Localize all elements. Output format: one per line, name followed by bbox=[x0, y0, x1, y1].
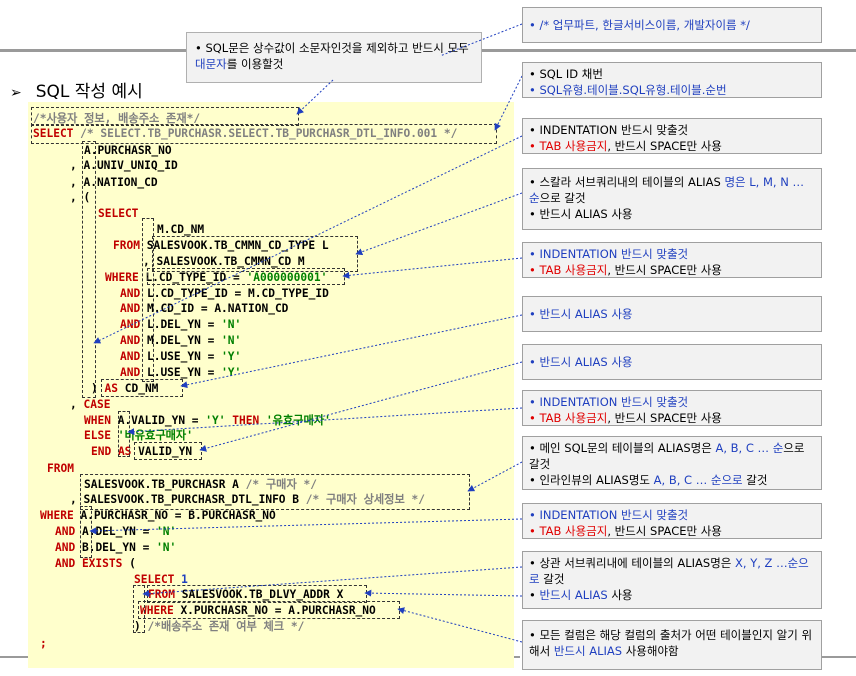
callout-text-blue: 반드시 ALIAS bbox=[553, 644, 623, 658]
callout-indentation-2: • INDENTATION 반드시 맞출것 • TAB 사용금지, 반드시 SP… bbox=[522, 242, 822, 278]
callout-text: SQL ID 채번 bbox=[539, 67, 603, 81]
callout-line: • INDENTATION 반드시 맞출것 bbox=[529, 123, 689, 137]
callout-line: • 반드시 ALIAS 사용 bbox=[529, 307, 633, 321]
callout-text: 인라인뷰의 ALIAS명도 bbox=[539, 473, 654, 487]
callout-column-alias: • 모든 컬럼은 해당 컬럼의 출처가 어떤 테이블인지 알기 위해서 반드시 … bbox=[522, 620, 822, 670]
callout-comment-format: • /* 업무파트, 한글서비스이름, 개발자이름 */ bbox=[522, 7, 822, 43]
callout-text: 반드시 ALIAS 사용 bbox=[539, 355, 633, 369]
callout-text-body: /* 업무파트, 한글서비스이름, 개발자이름 */ bbox=[539, 18, 750, 32]
callout-text: , 반드시 SPACE만 사용 bbox=[607, 263, 722, 277]
callout-line: • SQL ID 채번 bbox=[529, 67, 603, 81]
callout-text: 사용해야함 bbox=[622, 644, 679, 658]
callout-indentation-3: • INDENTATION 반드시 맞출것 • TAB 사용금지, 반드시 SP… bbox=[522, 390, 822, 426]
callout-text: 으로 갈것 bbox=[539, 191, 586, 205]
callout-text-red: TAB 사용금지 bbox=[539, 139, 608, 153]
callout-text-red: TAB 사용금지 bbox=[539, 263, 608, 277]
callout-line: • INDENTATION 반드시 맞출것 bbox=[529, 247, 689, 261]
callout-line: • TAB 사용금지, 반드시 SPACE만 사용 bbox=[529, 411, 722, 425]
callout-text: SQL유형.테이블.SQL유형.테이블.순번 bbox=[539, 83, 727, 97]
callout-line: • TAB 사용금지, 반드시 SPACE만 사용 bbox=[529, 524, 722, 538]
callout-line: • 메인 SQL문의 테이블의 ALIAS명은 A, B, C … 순으로 갈것 bbox=[529, 441, 805, 471]
callout-text: 반드시 ALIAS 사용 bbox=[539, 207, 633, 221]
callout-text-blue: A, B, C … 순 bbox=[715, 441, 784, 455]
callout-line: • 인라인뷰의 ALIAS명도 A, B, C … 순으로 갈것 bbox=[529, 473, 768, 487]
callout-text: INDENTATION 반드시 맞출것 bbox=[539, 123, 689, 137]
callout-alias-2: • 반드시 ALIAS 사용 bbox=[522, 344, 822, 380]
callout-text: 사용 bbox=[607, 588, 633, 602]
callout-text: 반드시 ALIAS 사용 bbox=[539, 307, 633, 321]
callout-line: • 반드시 ALIAS 사용 bbox=[529, 588, 633, 602]
callout-text: • /* 업무파트, 한글서비스이름, 개발자이름 */ bbox=[529, 18, 750, 32]
callout-text: INDENTATION 반드시 맞출것 bbox=[539, 247, 689, 261]
callout-scalar-subquery: • 스칼라 서브쿼리내의 테이블의 ALIAS 명은 L, M, N … 순으로… bbox=[522, 168, 822, 230]
callout-correlated-subquery: • 상관 서브쿼리내에 테이블의 ALIAS명은 X, Y, Z …순으로 갈것… bbox=[522, 551, 822, 609]
callout-indentation-1: • INDENTATION 반드시 맞출것 • TAB 사용금지, 반드시 SP… bbox=[522, 118, 822, 154]
callout-text-red: TAB 사용금지 bbox=[539, 411, 608, 425]
callout-line: • 스칼라 서브쿼리내의 테이블의 ALIAS 명은 L, M, N … 순으로… bbox=[529, 175, 804, 205]
callout-text-red: TAB 사용금지 bbox=[539, 524, 608, 538]
callout-text: INDENTATION 반드시 맞출것 bbox=[539, 508, 689, 522]
callout-indentation-4: • INDENTATION 반드시 맞출것 • TAB 사용금지, 반드시 SP… bbox=[522, 503, 822, 539]
callout-sql-id: • SQL ID 채번 • SQL유형.테이블.SQL유형.테이블.순번 bbox=[522, 62, 822, 98]
callout-text: , 반드시 SPACE만 사용 bbox=[607, 524, 722, 538]
callout-line: • 반드시 ALIAS 사용 bbox=[529, 207, 633, 221]
callout-alias-1: • 반드시 ALIAS 사용 bbox=[522, 296, 822, 332]
callout-line: • TAB 사용금지, 반드시 SPACE만 사용 bbox=[529, 263, 722, 277]
callout-line: • SQL유형.테이블.SQL유형.테이블.순번 bbox=[529, 83, 727, 97]
callout-line: • INDENTATION 반드시 맞출것 bbox=[529, 508, 689, 522]
callout-text: , 반드시 SPACE만 사용 bbox=[607, 139, 722, 153]
callout-text: , 반드시 SPACE만 사용 bbox=[607, 411, 722, 425]
callout-line: • TAB 사용금지, 반드시 SPACE만 사용 bbox=[529, 139, 722, 153]
callout-text: 갈것 bbox=[539, 572, 565, 586]
callout-text-blue: A, B, C … 순으로 bbox=[653, 473, 743, 487]
callout-text: 스칼라 서브쿼리내의 테이블의 ALIAS bbox=[539, 175, 725, 189]
callout-main-alias: • 메인 SQL문의 테이블의 ALIAS명은 A, B, C … 순으로 갈것… bbox=[522, 436, 822, 490]
callout-text: 상관 서브쿼리내에 테이블의 ALIAS명은 bbox=[539, 556, 736, 570]
callout-line: • 반드시 ALIAS 사용 bbox=[529, 355, 633, 369]
callout-line: • 상관 서브쿼리내에 테이블의 ALIAS명은 X, Y, Z …순으로 갈것 bbox=[529, 556, 809, 586]
callout-text: 갈것 bbox=[742, 473, 768, 487]
callout-line: • INDENTATION 반드시 맞출것 bbox=[529, 395, 689, 409]
callout-text-blue: 반드시 ALIAS bbox=[539, 588, 608, 602]
callout-text: 메인 SQL문의 테이블의 ALIAS명은 bbox=[539, 441, 716, 455]
callout-line: • 모든 컬럼은 해당 컬럼의 출처가 어떤 테이블인지 알기 위해서 반드시 … bbox=[529, 628, 813, 658]
callout-text: INDENTATION 반드시 맞출것 bbox=[539, 395, 689, 409]
